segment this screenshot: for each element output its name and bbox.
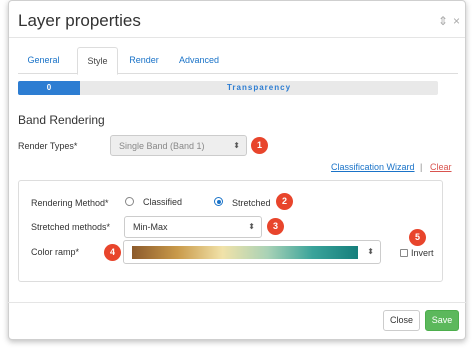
select-caret-icon: ⬍	[367, 247, 374, 256]
link-separator: |	[420, 162, 423, 172]
transparency-label: Transparency	[226, 83, 292, 92]
render-types-value: Single Band (Band 1)	[119, 141, 205, 151]
radio-classified[interactable]	[125, 197, 134, 206]
stretched-methods-select[interactable]: Min-Max ⬍	[124, 216, 262, 238]
tab-style[interactable]: Style	[77, 47, 118, 75]
badge-3: 3	[267, 218, 284, 235]
select-caret-icon: ⬍	[248, 222, 255, 231]
section-title-band-rendering: Band Rendering	[18, 113, 105, 127]
stretched-methods-label: Stretched methods*	[31, 222, 111, 232]
badge-4: 4	[104, 244, 121, 261]
invert-label: Invert	[411, 248, 434, 258]
save-button[interactable]: Save	[425, 310, 459, 331]
stretched-methods-value: Min-Max	[133, 222, 168, 232]
clear-link[interactable]: Clear	[430, 162, 452, 172]
tab-render[interactable]: Render	[122, 47, 166, 74]
render-types-label: Render Types*	[18, 141, 78, 151]
dialog-header: Layer properties ⇕ ×	[9, 1, 465, 38]
tab-advanced[interactable]: Advanced	[170, 47, 228, 74]
transparency-value: 0	[46, 83, 52, 92]
radio-stretched[interactable]	[214, 197, 223, 206]
rendering-method-label: Rendering Method*	[31, 198, 109, 208]
badge-1: 1	[251, 137, 268, 154]
badge-5: 5	[409, 229, 426, 246]
radio-stretched-label: Stretched	[232, 198, 271, 208]
select-caret-icon: ⬍	[233, 141, 240, 150]
radio-classified-label: Classified	[143, 197, 183, 207]
dialog-title: Layer properties	[18, 11, 141, 30]
color-ramp-gradient	[132, 246, 358, 259]
color-ramp-label: Color ramp*	[31, 247, 80, 257]
close-icon[interactable]: ×	[453, 14, 460, 28]
transparency-slider[interactable]: 0 Transparency	[18, 81, 438, 95]
render-types-select[interactable]: Single Band (Band 1) ⬍	[110, 135, 247, 156]
badge-2: 2	[276, 193, 293, 210]
classification-wizard-link[interactable]: Classification Wizard	[331, 162, 415, 172]
tab-bar: General Style Render Advanced	[18, 47, 458, 75]
resize-icon[interactable]: ⇕	[438, 14, 448, 28]
close-button[interactable]: Close	[383, 310, 420, 331]
invert-checkbox[interactable]	[400, 249, 408, 257]
tab-general[interactable]: General	[18, 47, 69, 74]
color-ramp-select[interactable]: ⬍	[123, 240, 381, 264]
